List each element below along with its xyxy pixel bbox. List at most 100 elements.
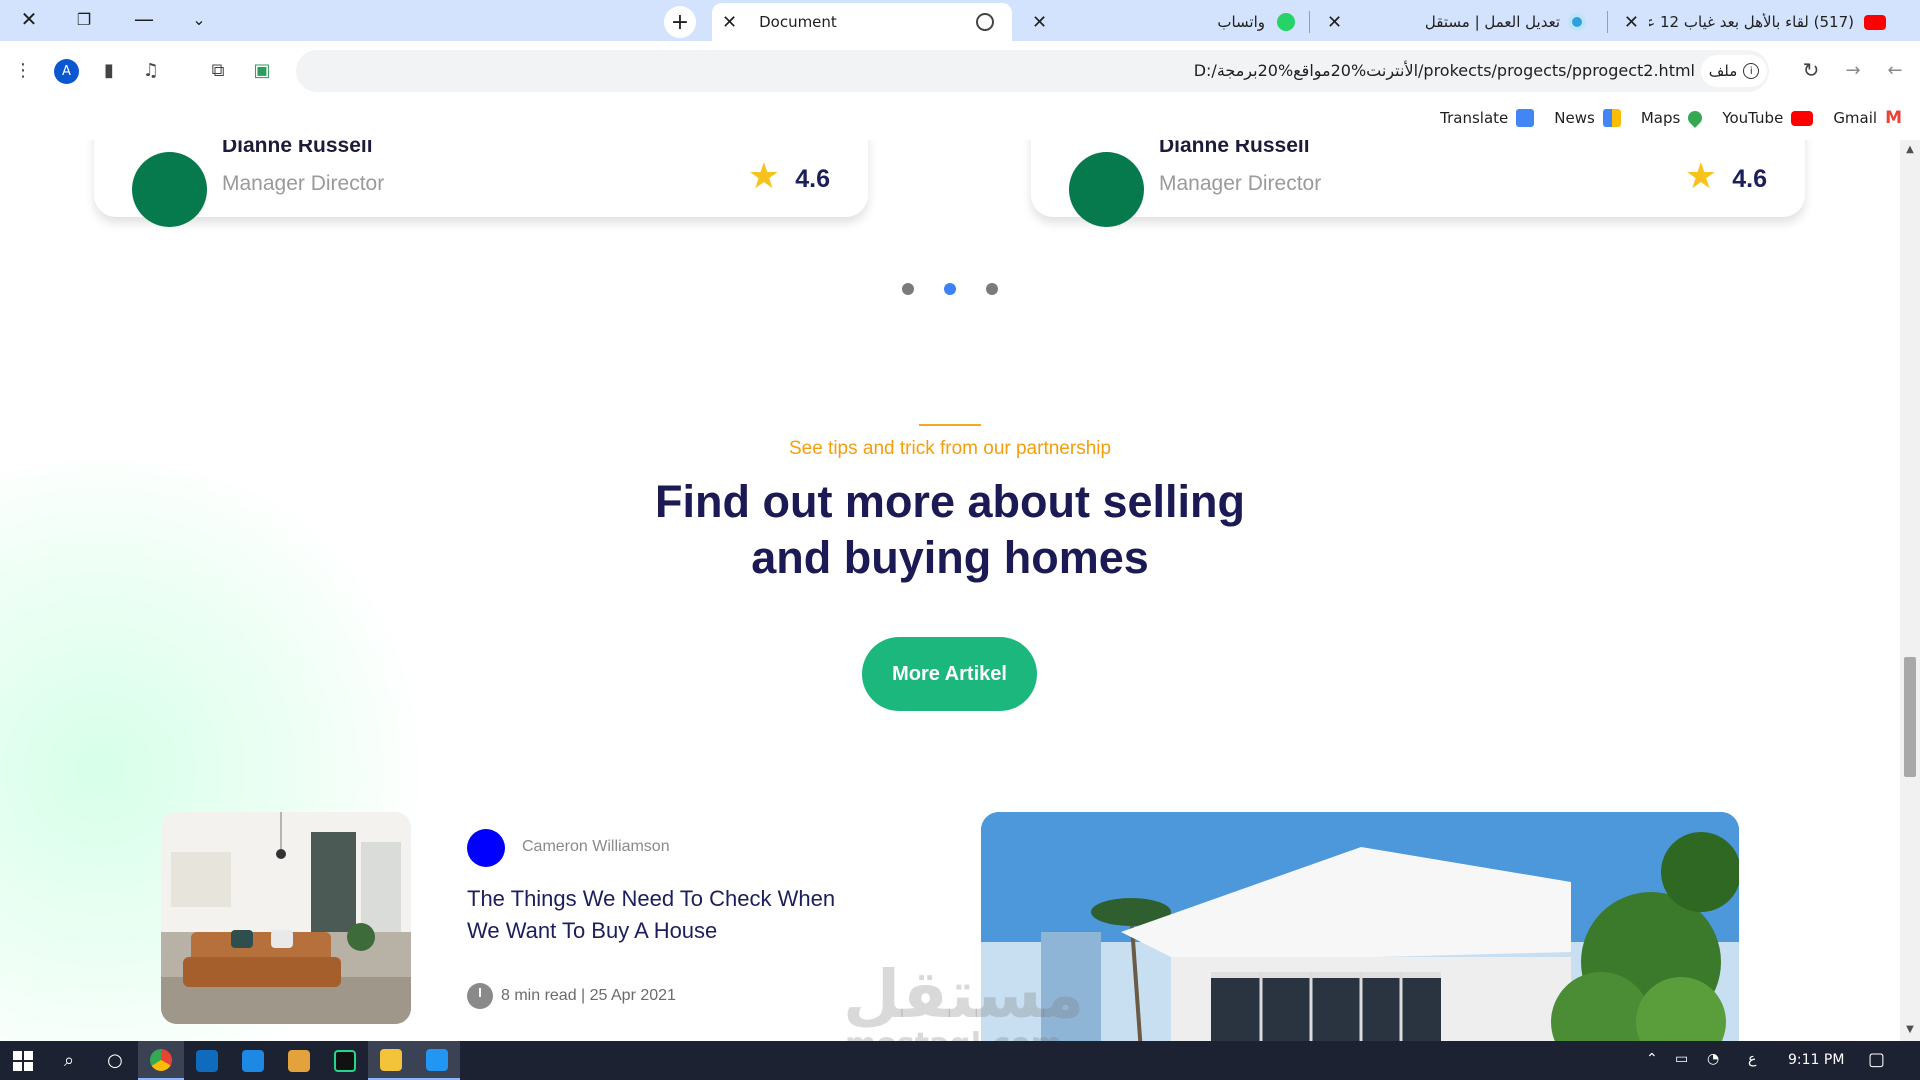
media-controls-icon[interactable]: ♫ [136, 55, 166, 85]
section-eyebrow: See tips and trick from our partnership [788, 438, 1112, 459]
site-info-chip[interactable]: ملف i [1701, 55, 1767, 87]
tab-search-icon[interactable]: ⌄ [184, 6, 214, 32]
star-icon: ★ [747, 156, 780, 197]
forward-icon[interactable]: → [1838, 55, 1868, 85]
more-articles-button[interactable]: More Artikel [862, 637, 1037, 711]
reload-icon[interactable]: ↻ [1796, 55, 1826, 85]
testimonial-card: Dianne Russell Manager Director ★ 4.6 [94, 140, 868, 227]
close-window-icon[interactable]: ✕ [14, 6, 44, 32]
youtube-icon [1864, 14, 1886, 30]
battery-icon[interactable]: ▭ [1675, 1051, 1688, 1067]
restore-window-icon[interactable]: ❐ [69, 6, 99, 32]
whatsapp-icon [1277, 13, 1295, 31]
scroll-up-icon[interactable]: ▲ [1904, 144, 1916, 156]
back-icon[interactable]: ← [1880, 55, 1910, 85]
taskbar-winamp[interactable] [276, 1041, 322, 1080]
article-meta: 8 min read | 25 Apr 2021 [467, 983, 676, 1009]
page-viewport: Dianne Russell Manager Director ★ 4.6 Di… [0, 140, 1900, 1041]
news-icon [1602, 109, 1621, 127]
taskbar-file-explorer[interactable] [368, 1041, 414, 1080]
globe-icon [976, 13, 994, 31]
profile-avatar[interactable]: A [54, 59, 79, 84]
file-explorer-icon [380, 1048, 402, 1071]
author-name: Cameron Williamson [522, 838, 670, 855]
scrollbar-thumb[interactable] [1904, 657, 1916, 777]
url-text[interactable]: D:/الأنترنت%20مواقع%20برمجة/prokects/pro… [1194, 61, 1695, 80]
section-title-line: Find out more about selling [655, 476, 1245, 527]
star-icon: ★ [1684, 156, 1717, 197]
taskbar-vscode-2[interactable] [414, 1041, 460, 1080]
scroll-down-icon[interactable]: ▼ [1904, 1024, 1916, 1036]
tab-document[interactable]: Document ✕ [712, 3, 1012, 41]
close-tab-icon[interactable]: ✕ [722, 12, 737, 33]
taskbar-pycharm[interactable] [322, 1041, 368, 1080]
close-tab-icon[interactable]: ✕ [1624, 12, 1639, 33]
taskbar-chrome[interactable] [138, 1041, 184, 1080]
extension-app-icon[interactable]: ▣ [247, 55, 277, 85]
minimize-window-icon[interactable]: — [129, 6, 159, 32]
article-thumbnail[interactable] [161, 812, 411, 1024]
close-tab-icon[interactable]: ✕ [1032, 12, 1047, 33]
vscode-icon [426, 1048, 448, 1071]
tab-divider [1309, 11, 1310, 33]
section-title-line: and buying homes [751, 532, 1149, 583]
tab-whatsapp[interactable]: واتساب ✕ [1022, 3, 1307, 41]
mostaql-icon [1568, 13, 1586, 31]
bookmark-translate[interactable]: Translate [1440, 109, 1535, 127]
page-scrollbar[interactable]: ▲ ▼ [1900, 140, 1920, 1041]
bookmark-news[interactable]: News [1554, 109, 1621, 127]
wifi-icon[interactable]: ◔ [1707, 1051, 1719, 1067]
tab-title: Document [759, 13, 837, 31]
notifications-icon[interactable]: ▢ [1868, 1049, 1885, 1070]
testimonial-card: Dianne Russell Manager Director ★ 4.6 [1031, 140, 1805, 227]
vscode-icon [242, 1049, 264, 1072]
tab-mostaql[interactable]: تعديل العمل | مستقل ✕ [1317, 3, 1602, 41]
menu-icon[interactable]: ⋮ [8, 55, 38, 85]
section-accent-line [919, 424, 981, 426]
chrome-icon [150, 1048, 172, 1071]
rating-value: 4.6 [1732, 165, 1767, 193]
info-icon: i [1743, 63, 1760, 79]
reviewer-role: Manager Director [222, 172, 385, 195]
article-title[interactable]: The Things We Need To Check When We Want… [467, 883, 867, 947]
translate-icon [1516, 109, 1535, 127]
bookmark-maps[interactable]: Maps [1640, 108, 1706, 128]
tab-youtube[interactable]: (517) لقاء بالأهل بعد غياب 12 عام ✕ [1612, 3, 1888, 41]
close-tab-icon[interactable]: ✕ [1327, 12, 1342, 33]
cortana-icon[interactable]: ○ [92, 1041, 138, 1080]
carousel-dot[interactable] [902, 283, 914, 295]
tray-chevron-icon[interactable]: ⌃ [1646, 1051, 1658, 1067]
bookmark-youtube[interactable]: YouTube [1722, 109, 1814, 127]
gmail-icon: M [1885, 108, 1902, 128]
keyboard-language[interactable]: ع [1748, 1051, 1756, 1067]
taskbar-vscode[interactable] [230, 1041, 276, 1080]
youtube-icon [1791, 110, 1814, 126]
tab-title: (517) لقاء بالأهل بعد غياب 12 عام [1649, 13, 1854, 31]
search-icon[interactable]: ⌕ [46, 1041, 92, 1080]
reviewer-role: Manager Director [1159, 172, 1322, 195]
bookmark-label: Translate [1440, 109, 1509, 127]
extensions-icon[interactable]: ⧉ [203, 55, 233, 85]
reviewer-name: Dianne Russell [222, 140, 373, 157]
clock-icon [467, 983, 493, 1009]
bookmark-label: Maps [1640, 109, 1681, 127]
bookmark-label: YouTube [1722, 109, 1784, 127]
sidebar-icon[interactable]: ▮ [94, 55, 124, 85]
carousel-dots [0, 280, 1900, 299]
taskbar-mail[interactable] [184, 1041, 230, 1080]
watermark-arabic: مستقل [843, 956, 1085, 1033]
bookmark-label: Gmail [1833, 109, 1878, 127]
carousel-dot-active[interactable] [944, 283, 956, 295]
watermark-latin: mostaql.com [845, 1030, 1084, 1042]
featured-house-image[interactable] [981, 812, 1739, 1041]
windows-start-icon[interactable] [0, 1041, 46, 1080]
new-tab-button[interactable]: + [664, 6, 696, 38]
bookmark-label: News [1554, 109, 1595, 127]
winamp-icon [288, 1049, 310, 1072]
carousel-dot[interactable] [986, 283, 998, 295]
clock-time[interactable]: 9:11 PM [1788, 1052, 1844, 1068]
mail-icon [196, 1049, 218, 1072]
bookmark-gmail[interactable]: Gmail M [1833, 108, 1902, 128]
site-info-label: ملف [1708, 62, 1738, 80]
section-title: Find out more about selling and buying h… [0, 474, 1900, 586]
